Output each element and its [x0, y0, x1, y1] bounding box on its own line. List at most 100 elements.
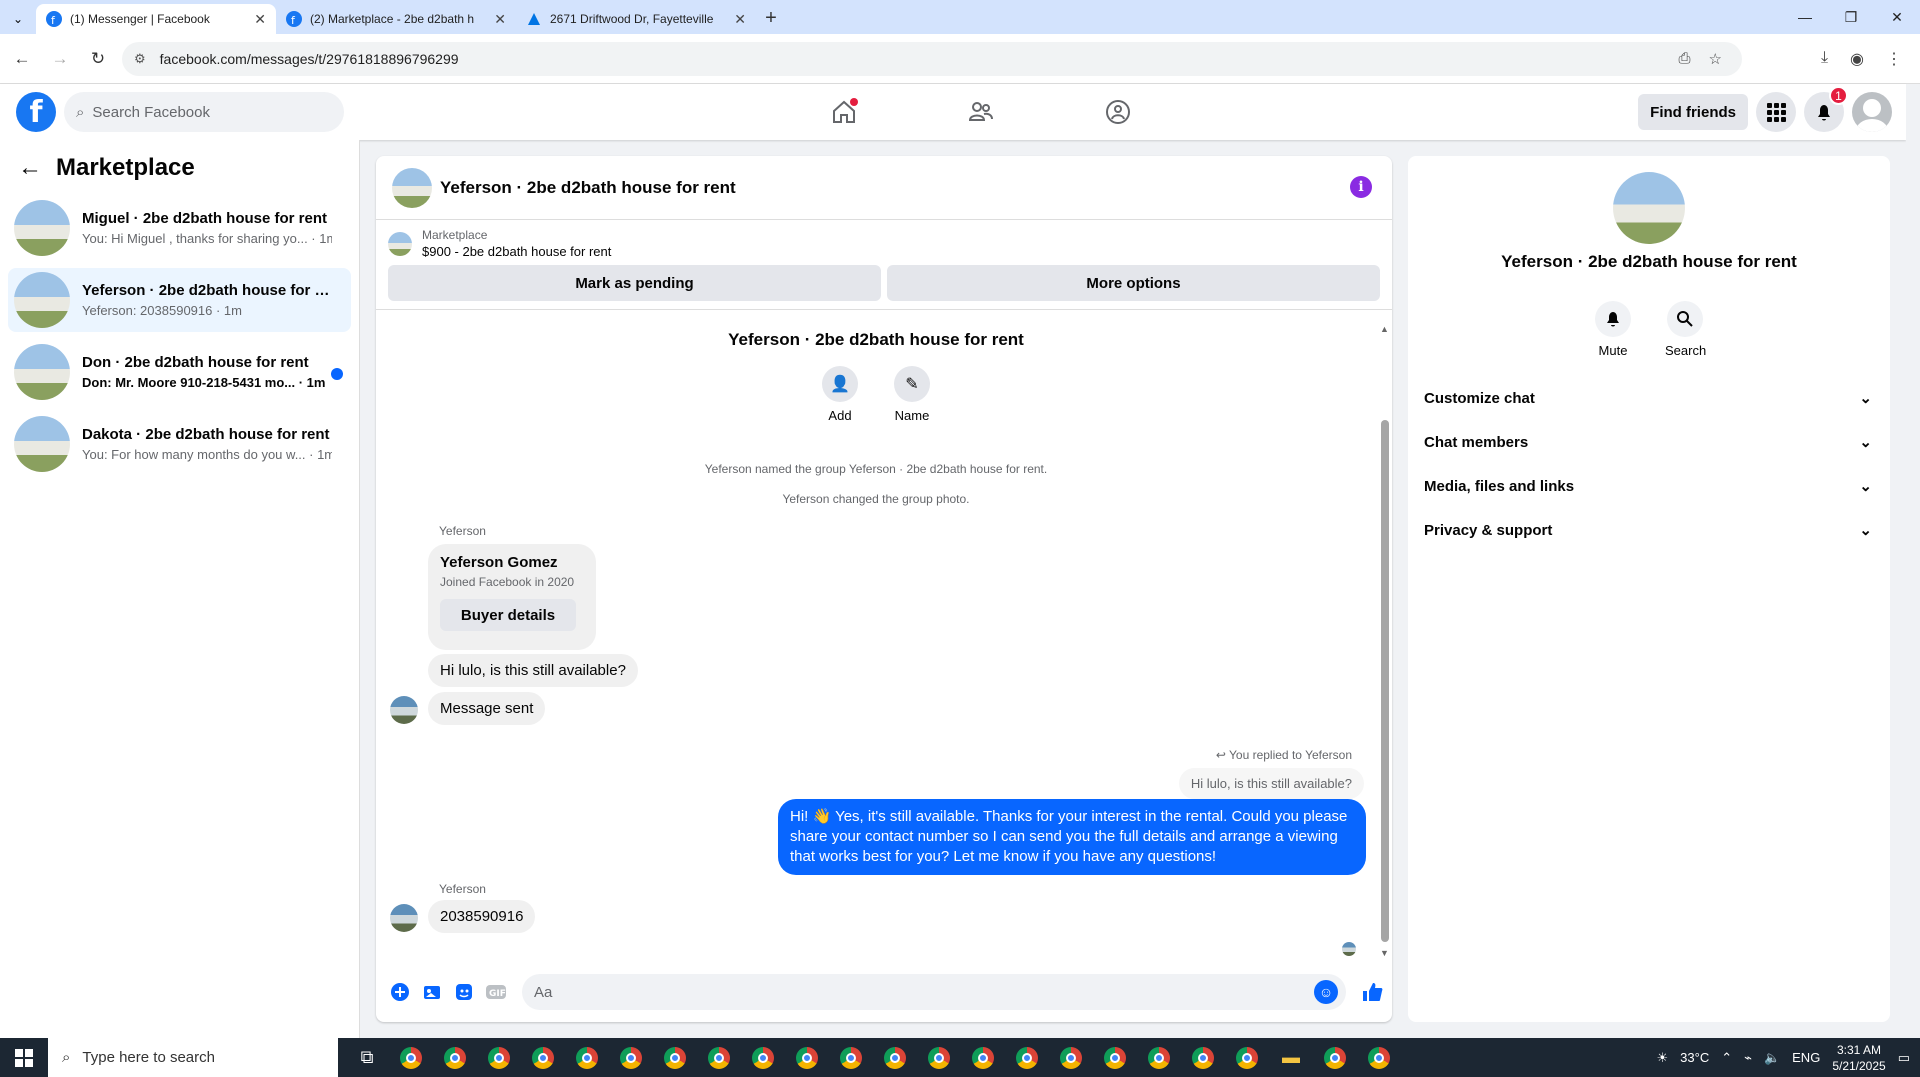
new-tab-button[interactable]: + [756, 4, 786, 34]
chrome-app-icon[interactable] [392, 1040, 430, 1076]
weather-icon[interactable]: ☀ [1657, 1050, 1669, 1066]
thumbs-up-icon[interactable] [1356, 976, 1388, 1008]
notifications-bell-icon[interactable]: 1 [1804, 86, 1848, 132]
conversation-item-dakota[interactable]: Dakota · 2be d2bath house for rent You: F… [8, 412, 351, 476]
browser-tab-marketplace[interactable]: f (2) Marketplace - 2be d2bath h ✕ [276, 4, 516, 34]
chrome-app-icon[interactable] [1316, 1040, 1354, 1076]
chrome-app-icon[interactable] [436, 1040, 474, 1076]
chrome-app-icon[interactable] [920, 1040, 958, 1076]
page-scrollbar[interactable] [1906, 84, 1920, 1038]
taskbar-search-input[interactable]: ⌕ Type here to search [48, 1038, 338, 1077]
find-friends-button[interactable]: Find friends [1638, 94, 1748, 130]
name-group-button[interactable]: ✎ Name [882, 366, 942, 423]
chat-title[interactable]: Yeferson · 2be d2bath house for rent [440, 178, 736, 198]
menu-kebab-icon[interactable]: ⋮ [1886, 49, 1902, 69]
scroll-down-icon[interactable]: ▼ [1380, 948, 1389, 958]
account-avatar[interactable] [1852, 92, 1892, 132]
forward-button[interactable]: → [44, 43, 76, 75]
bookmark-star-icon[interactable]: ☆ [1709, 50, 1722, 68]
chrome-app-icon[interactable] [524, 1040, 562, 1076]
incoming-message[interactable]: 2038590916 [428, 900, 536, 933]
chat-avatar[interactable] [392, 167, 432, 208]
buyer-details-button[interactable]: Buyer details [440, 599, 576, 631]
outgoing-message[interactable]: Hi! 👋 Yes, it's still available. Thanks … [778, 799, 1366, 875]
friends-nav-icon[interactable] [912, 84, 1049, 140]
plus-circle-icon[interactable] [384, 976, 416, 1008]
url-bar[interactable]: ⚙ facebook.com/messages/t/29761818896796… [122, 41, 1742, 76]
chrome-app-icon[interactable] [788, 1040, 826, 1076]
windows-start-icon[interactable] [0, 1038, 48, 1077]
mark-as-pending-button[interactable]: Mark as pending [388, 265, 881, 301]
gif-icon[interactable]: GIF [480, 976, 512, 1008]
notification-center-icon[interactable]: ▭ [1898, 1050, 1910, 1066]
incoming-message[interactable]: Hi lulo, is this still available? [428, 654, 638, 687]
download-icon[interactable]: ⤓ [1821, 49, 1828, 69]
chrome-app-icon[interactable] [1184, 1040, 1222, 1076]
message-input[interactable]: Aa ☺ [522, 974, 1346, 1010]
tab-close-icon[interactable]: ✕ [494, 11, 506, 28]
chrome-app-icon[interactable] [1228, 1040, 1266, 1076]
chrome-app-icon[interactable] [964, 1040, 1002, 1076]
maximize-icon[interactable]: ❐ [1828, 0, 1874, 34]
site-info-icon[interactable]: ⚙ [134, 51, 146, 67]
incoming-message[interactable]: Message sent [428, 692, 546, 725]
groups-nav-icon[interactable] [1049, 84, 1186, 140]
profile-icon[interactable]: ◉ [1850, 49, 1864, 69]
listing-summary[interactable]: Marketplace $900 - 2be d2bath house for … [388, 228, 1380, 259]
chrome-app-icon[interactable] [744, 1040, 782, 1076]
browser-tab-messenger[interactable]: f (1) Messenger | Facebook ✕ [36, 4, 276, 34]
chrome-app-icon[interactable] [1096, 1040, 1134, 1076]
mute-button[interactable]: Mute [1593, 301, 1633, 358]
scroll-up-icon[interactable]: ▲ [1380, 324, 1389, 334]
file-explorer-icon[interactable]: ▬ [1272, 1040, 1310, 1076]
language-indicator[interactable]: ENG [1792, 1050, 1820, 1065]
facebook-search-input[interactable]: ⌕ Search Facebook [64, 92, 344, 132]
sticker-icon[interactable] [448, 976, 480, 1008]
group-photo[interactable] [1613, 172, 1685, 244]
home-nav-icon[interactable] [775, 84, 912, 140]
photo-icon[interactable] [416, 976, 448, 1008]
facebook-logo-icon[interactable]: f [16, 92, 56, 132]
more-options-button[interactable]: More options [887, 265, 1380, 301]
volume-icon[interactable]: 🔈 [1764, 1050, 1780, 1066]
media-files-links-section[interactable]: Media, files and links ⌄ [1424, 464, 1876, 508]
back-button[interactable]: ← [6, 43, 38, 75]
chat-members-section[interactable]: Chat members ⌄ [1424, 420, 1876, 464]
minimize-icon[interactable]: — [1782, 0, 1828, 34]
chrome-app-icon[interactable] [480, 1040, 518, 1076]
privacy-support-section[interactable]: Privacy & support ⌄ [1424, 508, 1876, 552]
install-app-icon[interactable]: ⎙ [1679, 50, 1691, 68]
chrome-app-icon[interactable] [656, 1040, 694, 1076]
close-window-icon[interactable]: ✕ [1874, 0, 1920, 34]
customize-chat-section[interactable]: Customize chat ⌄ [1424, 376, 1876, 420]
add-people-button[interactable]: 👤 Add [810, 366, 870, 423]
back-arrow-icon[interactable]: ← [18, 154, 42, 182]
chrome-app-icon[interactable] [1140, 1040, 1178, 1076]
reload-button[interactable]: ↻ [82, 43, 114, 75]
chrome-app-icon[interactable] [1008, 1040, 1046, 1076]
chrome-app-icon[interactable] [612, 1040, 650, 1076]
chrome-app-icon[interactable] [1360, 1040, 1398, 1076]
tab-search-chevron-icon[interactable]: ⌄ [0, 4, 36, 34]
tab-close-icon[interactable]: ✕ [254, 11, 266, 28]
search-in-chat-button[interactable]: Search [1665, 301, 1706, 358]
taskbar-clock[interactable]: 3:31 AM 5/21/2025 [1832, 1042, 1885, 1074]
emoji-icon[interactable]: ☺ [1314, 980, 1338, 1004]
scroll-thumb[interactable] [1381, 420, 1389, 942]
conversation-item-miguel[interactable]: Miguel · 2be d2bath house for rent You: H… [8, 196, 351, 260]
chrome-app-icon[interactable] [568, 1040, 606, 1076]
task-view-icon[interactable]: ⧉ [348, 1040, 386, 1076]
menu-grid-icon[interactable] [1756, 92, 1796, 132]
browser-tab-zillow[interactable]: 2671 Driftwood Dr, Fayetteville ✕ [516, 4, 756, 34]
conversation-item-don[interactable]: Don · 2be d2bath house for rent Don: Mr. … [8, 340, 351, 404]
sender-avatar[interactable] [390, 904, 418, 932]
thread-scrollbar[interactable]: ▲ ▼ [1378, 322, 1390, 962]
network-icon[interactable]: ⌁ [1744, 1050, 1752, 1066]
tray-chevron-up-icon[interactable]: ⌃ [1721, 1050, 1732, 1066]
conversation-item-yeferson[interactable]: Yeferson · 2be d2bath house for re... Yef… [8, 268, 351, 332]
chrome-app-icon[interactable] [700, 1040, 738, 1076]
weather-temp[interactable]: 33°C [1680, 1050, 1709, 1065]
quoted-message[interactable]: Hi lulo, is this still available? [1178, 768, 1364, 799]
chrome-app-icon[interactable] [1052, 1040, 1090, 1076]
tab-close-icon[interactable]: ✕ [734, 11, 746, 28]
